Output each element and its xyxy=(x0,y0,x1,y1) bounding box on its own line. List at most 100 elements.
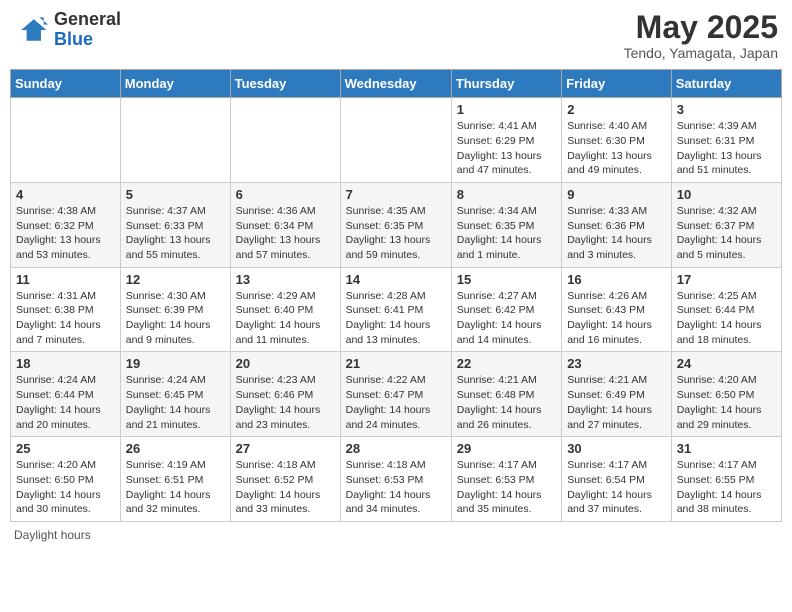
day-number: 1 xyxy=(457,102,556,117)
calendar-cell: 21 Sunrise: 4:22 AM Sunset: 6:47 PM Dayli… xyxy=(340,352,451,437)
day-info: Sunrise: 4:17 AM Sunset: 6:53 PM Dayligh… xyxy=(457,458,556,517)
calendar-cell xyxy=(230,98,340,183)
day-info: Sunrise: 4:29 AM Sunset: 6:40 PM Dayligh… xyxy=(236,289,335,348)
calendar-cell: 5Sunrise: 4:37 AM Sunset: 6:33 PM Daylig… xyxy=(120,182,230,267)
day-info: Sunrise: 4:23 AM Sunset: 6:46 PM Dayligh… xyxy=(236,373,335,432)
day-info: Sunrise: 4:41 AM Sunset: 6:29 PM Dayligh… xyxy=(457,119,556,178)
day-number: 17 xyxy=(677,272,776,287)
calendar-cell xyxy=(11,98,121,183)
weekday-header-sunday: Sunday xyxy=(11,70,121,98)
calendar-cell: 10 Sunrise: 4:32 AM Sunset: 6:37 PM Dayli… xyxy=(671,182,781,267)
day-number: 20 xyxy=(236,356,335,371)
day-number: 16 xyxy=(567,272,666,287)
day-number: 19 xyxy=(126,356,225,371)
day-info: Sunrise: 4:38 AM Sunset: 6:32 PM Dayligh… xyxy=(16,204,115,263)
week-row-2: 4 Sunrise: 4:38 AM Sunset: 6:32 PM Daylig… xyxy=(11,182,782,267)
calendar-cell: 23 Sunrise: 4:21 AM Sunset: 6:49 PM Dayli… xyxy=(562,352,672,437)
day-info: Sunrise: 4:19 AM Sunset: 6:51 PM Dayligh… xyxy=(126,458,225,517)
week-row-3: 11 Sunrise: 4:31 AM Sunset: 6:38 PM Dayli… xyxy=(11,267,782,352)
day-info: Sunrise: 4:26 AM Sunset: 6:43 PM Dayligh… xyxy=(567,289,666,348)
calendar-cell: 9 Sunrise: 4:33 AM Sunset: 6:36 PM Daylig… xyxy=(562,182,672,267)
day-info: Sunrise: 4:36 AM Sunset: 6:34 PM Dayligh… xyxy=(236,204,335,263)
calendar-cell: 15 Sunrise: 4:27 AM Sunset: 6:42 PM Dayli… xyxy=(451,267,561,352)
day-info: Sunrise: 4:30 AM Sunset: 6:39 PM Dayligh… xyxy=(126,289,225,348)
weekday-header-monday: Monday xyxy=(120,70,230,98)
day-info: Sunrise: 4:25 AM Sunset: 6:44 PM Dayligh… xyxy=(677,289,776,348)
month-title: May 2025 xyxy=(624,10,778,45)
day-number: 27 xyxy=(236,441,335,456)
day-info: Sunrise: 4:33 AM Sunset: 6:36 PM Dayligh… xyxy=(567,204,666,263)
day-number: 24 xyxy=(677,356,776,371)
day-info: Sunrise: 4:24 AM Sunset: 6:45 PM Dayligh… xyxy=(126,373,225,432)
calendar-cell: 29 Sunrise: 4:17 AM Sunset: 6:53 PM Dayli… xyxy=(451,437,561,522)
week-row-5: 25Sunrise: 4:20 AM Sunset: 6:50 PM Dayli… xyxy=(11,437,782,522)
day-info: Sunrise: 4:21 AM Sunset: 6:49 PM Dayligh… xyxy=(567,373,666,432)
weekday-header-friday: Friday xyxy=(562,70,672,98)
day-number: 15 xyxy=(457,272,556,287)
day-info: Sunrise: 4:17 AM Sunset: 6:55 PM Dayligh… xyxy=(677,458,776,517)
calendar-cell: 16 Sunrise: 4:26 AM Sunset: 6:43 PM Dayli… xyxy=(562,267,672,352)
day-number: 14 xyxy=(346,272,446,287)
day-number: 31 xyxy=(677,441,776,456)
day-info: Sunrise: 4:17 AM Sunset: 6:54 PM Dayligh… xyxy=(567,458,666,517)
calendar-cell: 11 Sunrise: 4:31 AM Sunset: 6:38 PM Dayli… xyxy=(11,267,121,352)
calendar-cell: 19 Sunrise: 4:24 AM Sunset: 6:45 PM Dayli… xyxy=(120,352,230,437)
day-info: Sunrise: 4:40 AM Sunset: 6:30 PM Dayligh… xyxy=(567,119,666,178)
logo: General Blue xyxy=(14,10,121,50)
calendar-cell: 3Sunrise: 4:39 AM Sunset: 6:31 PM Daylig… xyxy=(671,98,781,183)
day-info: Sunrise: 4:24 AM Sunset: 6:44 PM Dayligh… xyxy=(16,373,115,432)
calendar-cell: 4 Sunrise: 4:38 AM Sunset: 6:32 PM Daylig… xyxy=(11,182,121,267)
day-number: 13 xyxy=(236,272,335,287)
day-number: 6 xyxy=(236,187,335,202)
calendar-cell: 7 Sunrise: 4:35 AM Sunset: 6:35 PM Daylig… xyxy=(340,182,451,267)
day-number: 12 xyxy=(126,272,225,287)
footer-note: Daylight hours xyxy=(10,528,782,542)
day-number: 30 xyxy=(567,441,666,456)
day-info: Sunrise: 4:20 AM Sunset: 6:50 PM Dayligh… xyxy=(16,458,115,517)
weekday-header-tuesday: Tuesday xyxy=(230,70,340,98)
weekday-header-wednesday: Wednesday xyxy=(340,70,451,98)
calendar-cell: 25Sunrise: 4:20 AM Sunset: 6:50 PM Dayli… xyxy=(11,437,121,522)
day-info: Sunrise: 4:22 AM Sunset: 6:47 PM Dayligh… xyxy=(346,373,446,432)
day-number: 10 xyxy=(677,187,776,202)
day-info: Sunrise: 4:21 AM Sunset: 6:48 PM Dayligh… xyxy=(457,373,556,432)
calendar-cell: 17 Sunrise: 4:25 AM Sunset: 6:44 PM Dayli… xyxy=(671,267,781,352)
day-number: 9 xyxy=(567,187,666,202)
calendar-cell: 22 Sunrise: 4:21 AM Sunset: 6:48 PM Dayli… xyxy=(451,352,561,437)
day-number: 4 xyxy=(16,187,115,202)
calendar-cell: 27Sunrise: 4:18 AM Sunset: 6:52 PM Dayli… xyxy=(230,437,340,522)
day-number: 8 xyxy=(457,187,556,202)
weekday-header-saturday: Saturday xyxy=(671,70,781,98)
day-info: Sunrise: 4:35 AM Sunset: 6:35 PM Dayligh… xyxy=(346,204,446,263)
calendar-cell xyxy=(120,98,230,183)
day-info: Sunrise: 4:34 AM Sunset: 6:35 PM Dayligh… xyxy=(457,204,556,263)
header: General Blue May 2025 Tendo, Yamagata, J… xyxy=(10,10,782,61)
day-number: 11 xyxy=(16,272,115,287)
calendar-cell: 13 Sunrise: 4:29 AM Sunset: 6:40 PM Dayli… xyxy=(230,267,340,352)
calendar-cell: 12 Sunrise: 4:30 AM Sunset: 6:39 PM Dayli… xyxy=(120,267,230,352)
day-number: 29 xyxy=(457,441,556,456)
calendar-cell: 18 Sunrise: 4:24 AM Sunset: 6:44 PM Dayli… xyxy=(11,352,121,437)
day-info: Sunrise: 4:28 AM Sunset: 6:41 PM Dayligh… xyxy=(346,289,446,348)
title-area: May 2025 Tendo, Yamagata, Japan xyxy=(624,10,778,61)
day-number: 2 xyxy=(567,102,666,117)
calendar-cell xyxy=(340,98,451,183)
week-row-4: 18 Sunrise: 4:24 AM Sunset: 6:44 PM Dayli… xyxy=(11,352,782,437)
day-number: 22 xyxy=(457,356,556,371)
day-number: 21 xyxy=(346,356,446,371)
day-info: Sunrise: 4:20 AM Sunset: 6:50 PM Dayligh… xyxy=(677,373,776,432)
day-info: Sunrise: 4:27 AM Sunset: 6:42 PM Dayligh… xyxy=(457,289,556,348)
day-info: Sunrise: 4:31 AM Sunset: 6:38 PM Dayligh… xyxy=(16,289,115,348)
week-row-1: 1 Sunrise: 4:41 AM Sunset: 6:29 PM Daylig… xyxy=(11,98,782,183)
calendar-cell: 31 Sunrise: 4:17 AM Sunset: 6:55 PM Dayli… xyxy=(671,437,781,522)
day-info: Sunrise: 4:32 AM Sunset: 6:37 PM Dayligh… xyxy=(677,204,776,263)
logo-general-text: General xyxy=(54,9,121,29)
calendar-cell: 8 Sunrise: 4:34 AM Sunset: 6:35 PM Daylig… xyxy=(451,182,561,267)
day-number: 18 xyxy=(16,356,115,371)
day-number: 23 xyxy=(567,356,666,371)
calendar-cell: 2 Sunrise: 4:40 AM Sunset: 6:30 PM Daylig… xyxy=(562,98,672,183)
logo-blue-text: Blue xyxy=(54,29,93,49)
calendar: SundayMondayTuesdayWednesdayThursdayFrid… xyxy=(10,69,782,522)
day-number: 7 xyxy=(346,187,446,202)
day-number: 5 xyxy=(126,187,225,202)
